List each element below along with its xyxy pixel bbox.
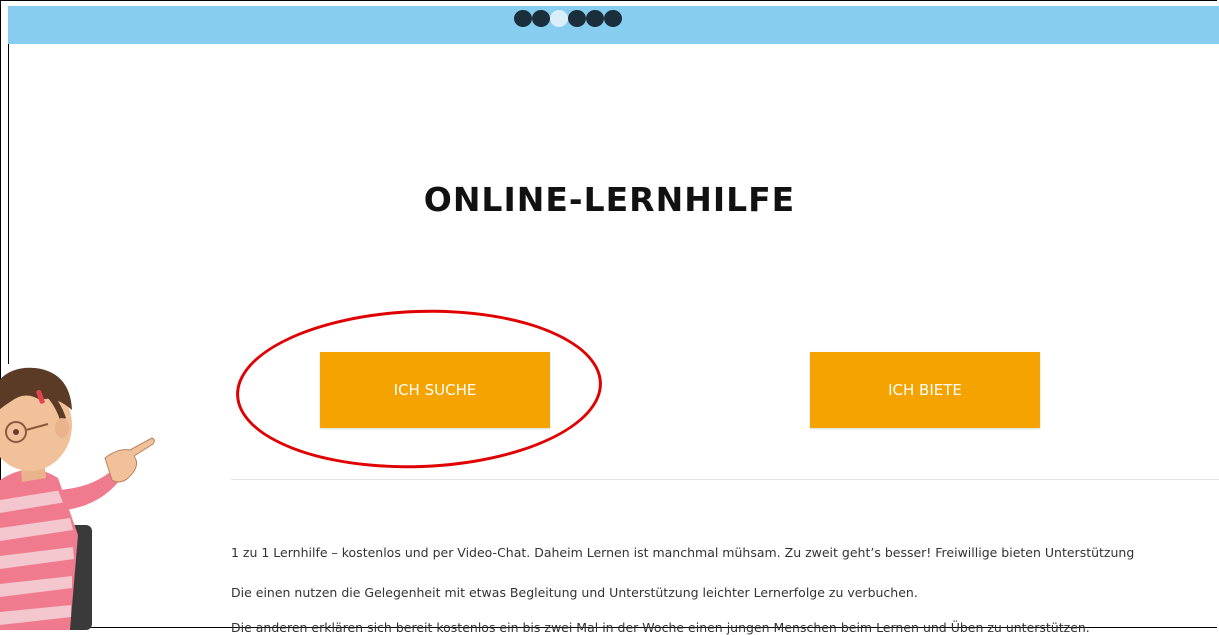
pointing-character-illustration [0, 367, 155, 630]
slider-dot-6[interactable] [604, 10, 622, 27]
arm [58, 472, 120, 510]
ich-suche-button[interactable]: ICH SUCHE [320, 352, 550, 428]
slider-dot-5[interactable] [586, 10, 604, 27]
screenshot-frame [0, 0, 1217, 628]
header-bar [8, 6, 1219, 44]
section-divider [231, 479, 1219, 480]
page-title: ONLINE-LERNHILFE [423, 180, 796, 219]
slider-dot-3-active[interactable] [550, 10, 568, 27]
intro-paragraph-2: Die einen nutzen die Gelegenheit mit etw… [231, 585, 918, 600]
ich-biete-button[interactable]: ICH BIETE [810, 352, 1040, 428]
pointing-hand-icon [104, 437, 155, 483]
slider-dot-2[interactable] [532, 10, 550, 27]
intro-paragraph-1: 1 zu 1 Lernhilfe – kostenlos und per Vid… [231, 545, 1135, 560]
slider-dot-4[interactable] [568, 10, 586, 27]
slider-dot-1[interactable] [514, 10, 532, 27]
intro-paragraph-3: Die anderen erklären sich bereit kostenl… [231, 620, 1090, 635]
